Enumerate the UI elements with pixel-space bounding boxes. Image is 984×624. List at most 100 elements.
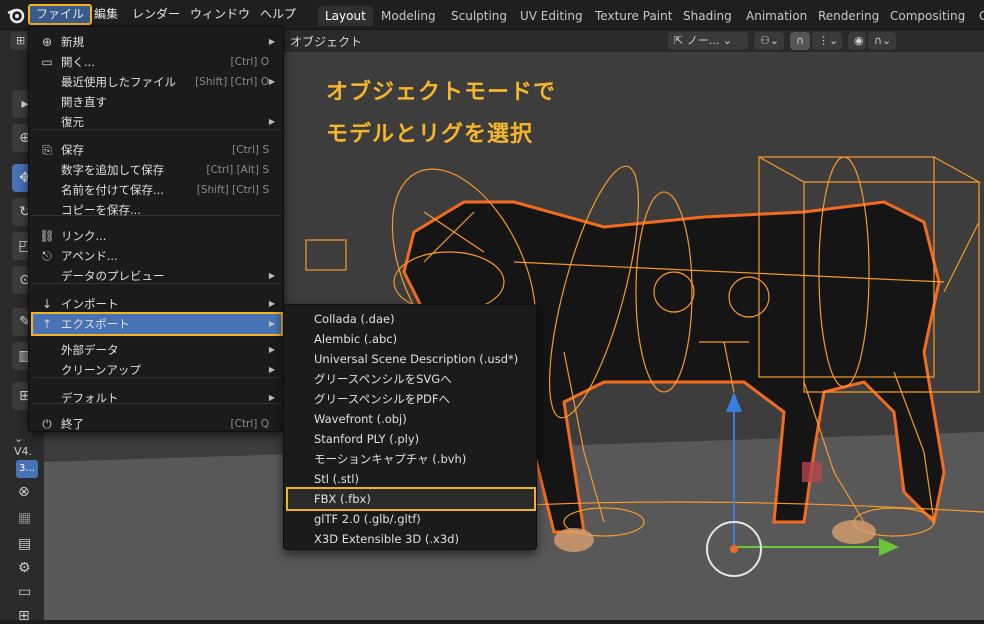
texture-icon[interactable]: ▦ (18, 510, 31, 526)
blender-logo-icon[interactable] (6, 5, 26, 25)
export-menu-item[interactable]: Stl (.stl) (288, 469, 534, 489)
output-icon[interactable]: ▤ (18, 536, 31, 552)
submenu-arrow-icon: ▶ (268, 117, 275, 126)
proportional-edit-icon[interactable]: ◉ (848, 32, 866, 50)
properties-strip: ⌄ V4. 3... ⊗ ▦ ▤ ⚙ ▭ ⊞ (0, 428, 44, 624)
menu-item-label: 最近使用したファイル (61, 75, 176, 89)
menu-item-label: 開く... (61, 55, 95, 69)
save-icon: ⎘ (42, 143, 52, 157)
menu-item-label: クリーンアップ (61, 363, 141, 377)
file-menu-item[interactable]: 復元 ▶ (33, 112, 281, 132)
menu-item-shortcut: [Ctrl] S (232, 144, 269, 156)
file-menu-item[interactable]: 最近使用したファイル [Shift] [Ctrl] O ▶ (33, 72, 281, 92)
new-file-icon: ⊕ (41, 35, 53, 49)
file-menu-item[interactable]: ⏻ 終了 [Ctrl] Q (33, 414, 281, 434)
tab-geometry[interactable]: G (972, 6, 984, 26)
file-menu-item[interactable]: ↑ エクスポート ▶ (31, 312, 283, 336)
file-menu-item[interactable]: 開き直す (33, 92, 281, 112)
orientation-icon: ⇱ (674, 34, 687, 47)
menu-window[interactable]: ウィンドウ (184, 4, 256, 25)
export-item-label: Stanford PLY (.ply) (314, 432, 420, 446)
export-menu-item[interactable]: Universal Scene Description (.usd*) (288, 349, 534, 369)
export-menu-item[interactable]: FBX (.fbx) (286, 487, 536, 511)
menu-item-label: 保存 (61, 143, 84, 157)
submenu-arrow-icon: ▶ (268, 77, 275, 86)
settings-gear-icon[interactable]: ⚙ (18, 560, 31, 576)
menu-item-shortcut: [Ctrl] O (230, 56, 269, 68)
file-menu-item[interactable]: 外部データ ▶ (33, 340, 281, 360)
menu-item-label: 開き直す (61, 95, 107, 109)
export-menu-item[interactable]: Stanford PLY (.ply) (288, 429, 534, 449)
tab-shading[interactable]: Shading (676, 6, 739, 26)
render-icon[interactable]: ⊗ (18, 484, 30, 500)
submenu-arrow-icon: ▶ (268, 271, 275, 280)
transform-orientation-dropdown[interactable]: ⇱ ノー... ⌄ (668, 32, 748, 50)
tab-modeling[interactable]: Modeling (374, 6, 443, 26)
export-menu-item[interactable]: glTF 2.0 (.glb/.gltf) (288, 509, 534, 529)
file-menu-item[interactable]: ⎘ 保存 [Ctrl] S (33, 140, 281, 160)
export-icon: ↑ (41, 317, 53, 331)
export-menu-item[interactable]: Alembic (.abc) (288, 329, 534, 349)
export-item-label: FBX (.fbx) (314, 492, 371, 506)
menu-item-label: アペンド... (61, 249, 118, 263)
export-item-label: Collada (.dae) (314, 312, 395, 326)
export-menu-item[interactable]: Collada (.dae) (288, 309, 534, 329)
pivot-point-icon[interactable]: ⚇⌄ (754, 32, 784, 50)
menu-item-label: デフォルト (61, 391, 119, 405)
file-menu-item[interactable]: コピーを保存... (33, 200, 281, 220)
submenu-arrow-icon: ▶ (268, 393, 275, 402)
file-menu-item[interactable]: 数字を追加して保存 [Ctrl] [Alt] S (33, 160, 281, 180)
menu-item-label: コピーを保存... (61, 203, 141, 217)
tab-layout[interactable]: Layout (318, 6, 373, 26)
file-menu-item[interactable]: ⛓ リンク... (33, 226, 281, 246)
tab-uv-editing[interactable]: UV Editing (513, 6, 590, 26)
power-icon: ⏻ (42, 417, 52, 431)
menu-item-label: 復元 (61, 115, 84, 129)
file-menu-item[interactable]: 名前を付けて保存... [Shift] [Ctrl] S (33, 180, 281, 200)
snap-magnet-icon[interactable]: ∩ (790, 32, 810, 50)
file-menu-item[interactable]: ▭ 開く... [Ctrl] O (33, 52, 281, 72)
tab-texture-paint[interactable]: Texture Paint (588, 6, 679, 26)
menu-help[interactable]: ヘルプ (254, 4, 302, 25)
menu-item-label: インポート (61, 297, 119, 311)
folder-icon: ▭ (41, 55, 53, 69)
append-icon: ⎋ (42, 249, 52, 263)
object-menu[interactable]: オブジェクト (290, 33, 362, 50)
scene-icon[interactable]: ⊞ (18, 608, 30, 624)
tab-sculpting[interactable]: Sculpting (444, 6, 514, 26)
menu-file[interactable]: ファイル (28, 4, 93, 25)
file-menu-item[interactable]: ⊕ 新規 ▶ (33, 32, 281, 52)
file-menu-item[interactable]: クリーンアップ ▶ (33, 360, 281, 380)
menu-render[interactable]: レンダー (126, 4, 186, 25)
file-menu-dropdown: ⊕ 新規 ▶ ▭ 開く... [Ctrl] O 最近使用したファイル [Shift] [Ctr… (28, 26, 284, 432)
menu-edit[interactable]: 編集 (88, 4, 124, 25)
snap-target-icon[interactable]: ⋮⌄ (812, 32, 842, 50)
falloff-curve-icon[interactable]: ∩⌄ (868, 32, 896, 50)
tab-compositing[interactable]: Compositing (883, 6, 972, 26)
submenu-arrow-icon: ▶ (268, 345, 275, 354)
export-submenu: Collada (.dae) Alembic (.abc) Universal Sc… (283, 304, 537, 550)
collapse-label[interactable]: ⌄ V4. (14, 432, 44, 458)
file-menu-item[interactable]: データのプレビュー ▶ (33, 266, 281, 286)
export-menu-item[interactable]: グリースペンシルをSVGへ (288, 369, 534, 389)
file-menu-item[interactable]: ⎋ アペンド... (33, 246, 281, 266)
tab-rendering[interactable]: Rendering (811, 6, 886, 26)
export-menu-item[interactable]: X3D Extensible 3D (.x3d) (288, 529, 534, 549)
file-menu-item[interactable]: デフォルト ▶ (33, 388, 281, 408)
export-menu-item[interactable]: グリースペンシルをPDFへ (288, 389, 534, 409)
submenu-arrow-icon: ▶ (268, 365, 275, 374)
menu-item-label: エクスポート (61, 317, 130, 331)
file-menu-item[interactable]: ↓ インポート ▶ (33, 294, 281, 314)
display-icon[interactable]: ▭ (18, 584, 31, 600)
menu-item-label: 新規 (61, 35, 84, 49)
export-menu-item[interactable]: モーションキャプチャ (.bvh) (288, 449, 534, 469)
tool-tab-badge[interactable]: 3... (16, 460, 38, 478)
tab-animation[interactable]: Animation (739, 6, 814, 26)
export-item-label: X3D Extensible 3D (.x3d) (314, 532, 459, 546)
menu-item-label: 外部データ (61, 343, 119, 357)
export-menu-item[interactable]: Wavefront (.obj) (288, 409, 534, 429)
menu-item-label: 終了 (61, 417, 84, 431)
editor-type-icon[interactable]: ⊞ (10, 32, 28, 50)
menu-item-shortcut: [Ctrl] [Alt] S (206, 164, 269, 176)
menu-item-label: 名前を付けて保存... (61, 183, 164, 197)
